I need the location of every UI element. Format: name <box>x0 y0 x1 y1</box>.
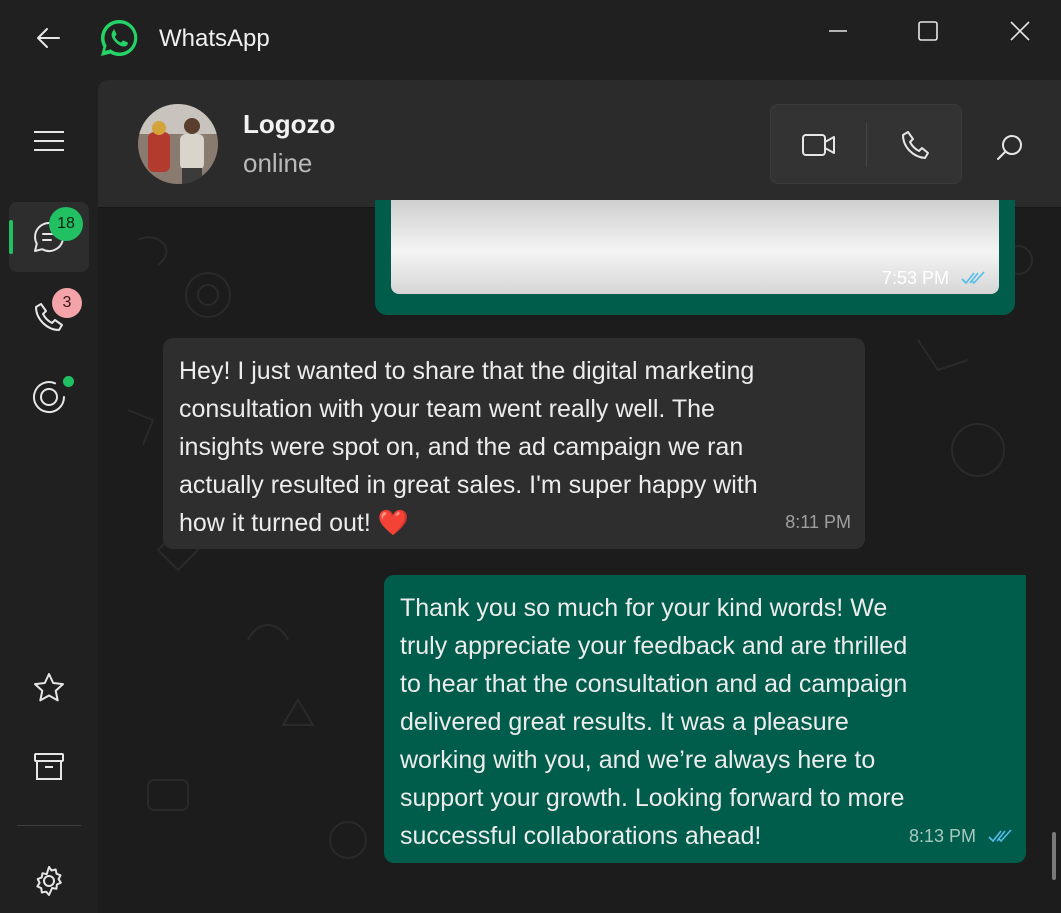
search-icon <box>997 135 1022 160</box>
maximize-button[interactable] <box>900 10 956 52</box>
back-arrow-icon <box>37 28 60 48</box>
message-time: 8:13 PM <box>908 826 976 846</box>
contact-status: online <box>243 148 313 178</box>
double-check-icon <box>961 271 985 285</box>
chat-header: Logozo online <box>98 80 1061 208</box>
video-call-button[interactable] <box>771 105 866 185</box>
contact-avatar[interactable] <box>138 104 218 184</box>
video-call-icon <box>801 134 835 156</box>
double-check-icon <box>988 829 1012 843</box>
nav-starred[interactable] <box>9 653 89 723</box>
nav-status[interactable] <box>9 362 89 432</box>
title-bar: WhatsApp <box>0 0 1061 80</box>
message-meta: 7:53 PM <box>882 259 985 297</box>
new-status-dot <box>63 376 74 387</box>
close-button[interactable] <box>992 10 1048 52</box>
contact-name[interactable]: Logozo <box>243 109 335 140</box>
avatar-image <box>138 104 218 184</box>
app-title: WhatsApp <box>159 25 270 52</box>
minimize-button[interactable] <box>810 10 866 52</box>
message-time: 7:53 PM <box>881 268 949 288</box>
menu-icon <box>34 131 64 151</box>
search-button[interactable] <box>986 124 1034 172</box>
call-button-group <box>770 104 962 184</box>
settings-icon <box>36 866 62 896</box>
whatsapp-logo-icon <box>100 19 138 56</box>
message-incoming[interactable]: Hey! I just wanted to share that the dig… <box>163 338 865 549</box>
maximize-icon <box>918 21 938 41</box>
starred-icon <box>34 673 64 702</box>
minimize-icon <box>829 30 847 32</box>
voice-call-icon <box>901 131 929 159</box>
nav-settings[interactable] <box>9 846 89 913</box>
rail-divider <box>17 825 81 826</box>
archive-icon <box>34 753 64 780</box>
message-time: 8:11 PM <box>785 512 851 532</box>
active-indicator <box>9 220 13 254</box>
message-text: Hey! I just wanted to share that the dig… <box>179 357 758 537</box>
unread-chats-badge: 18 <box>49 207 83 241</box>
close-icon <box>1010 21 1030 41</box>
message-meta: 8:13 PM <box>909 817 1012 855</box>
menu-button[interactable] <box>9 106 89 176</box>
status-icon <box>33 381 66 414</box>
message-meta: 8:11 PM <box>785 503 851 541</box>
chat-panel: Logozo online 7:53 PM Hey! I just wanted… <box>98 80 1061 913</box>
message-text: Thank you so much for your kind words! W… <box>400 594 908 850</box>
nav-chats[interactable]: 18 <box>9 202 89 272</box>
chat-scrollbar[interactable] <box>1052 832 1056 880</box>
message-image-outgoing[interactable]: 7:53 PM <box>375 200 1015 315</box>
message-outgoing[interactable]: Thank you so much for your kind words! W… <box>384 575 1026 863</box>
voice-call-button[interactable] <box>867 105 962 185</box>
nav-calls[interactable]: 3 <box>9 282 89 352</box>
missed-calls-badge: 3 <box>52 288 82 318</box>
navigation-rail: 18 3 <box>0 80 98 913</box>
back-button[interactable] <box>28 18 68 58</box>
nav-archived[interactable] <box>9 732 89 802</box>
